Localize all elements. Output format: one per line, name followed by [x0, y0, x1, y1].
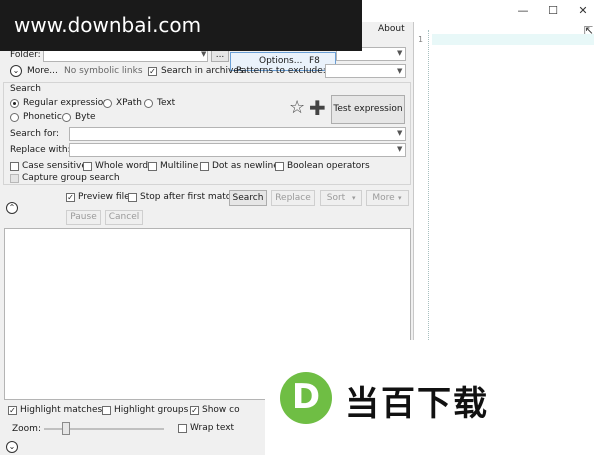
- editor-line-number: 1: [418, 35, 423, 44]
- replace-with-input[interactable]: [69, 143, 406, 157]
- highlight-groups-checkbox[interactable]: [102, 406, 111, 415]
- expand-more-button[interactable]: ⌄: [10, 65, 22, 77]
- preview-file-label: Preview file: [78, 192, 130, 202]
- multiline-label: Multiline: [160, 161, 199, 171]
- chevron-down-icon: ▼: [397, 49, 403, 57]
- replace-button[interactable]: Replace: [271, 190, 315, 206]
- zoom-slider-thumb[interactable]: [62, 422, 70, 435]
- more-button[interactable]: More: [366, 190, 409, 206]
- xpath-radio[interactable]: [103, 99, 112, 108]
- chevron-down-icon: ▼: [397, 129, 403, 137]
- capture-group-checkbox[interactable]: [10, 174, 19, 183]
- watermark-banner: www.downbai.com: [0, 0, 362, 51]
- search-in-archives-checkbox[interactable]: [148, 67, 157, 76]
- editor-current-line[interactable]: [432, 34, 594, 45]
- wrap-text-checkbox[interactable]: [178, 424, 187, 433]
- star-icon[interactable]: ☆: [289, 98, 305, 118]
- xpath-label: XPath: [116, 98, 142, 108]
- minimize-button[interactable]: —: [512, 2, 534, 20]
- menu-about[interactable]: About: [378, 24, 405, 34]
- chevron-down-icon: ▼: [201, 50, 207, 58]
- test-expression-button[interactable]: Test expression: [331, 95, 405, 124]
- search-for-input[interactable]: [69, 127, 406, 141]
- search-button[interactable]: Search: [229, 190, 267, 206]
- chevron-down-icon: ▾: [352, 194, 356, 202]
- patterns-exclude-label: Patterns to exclude:: [236, 66, 326, 76]
- case-sensitive-checkbox[interactable]: [10, 162, 19, 171]
- regex-label: Regular expression: [23, 98, 109, 108]
- search-section-title: Search: [10, 84, 41, 94]
- more-label[interactable]: More...: [27, 66, 58, 76]
- byte-label: Byte: [75, 112, 96, 122]
- capture-group-label: Capture group search: [22, 173, 120, 183]
- search-in-archives-label: Search in archives: [161, 66, 244, 76]
- text-radio[interactable]: [144, 99, 153, 108]
- maximize-button[interactable]: ☐: [542, 2, 564, 20]
- dot-newline-label: Dot as newline: [212, 161, 279, 171]
- highlight-groups-label: Highlight groups: [114, 405, 189, 415]
- text-label: Text: [157, 98, 176, 108]
- search-for-label: Search for:: [10, 129, 60, 139]
- title-bar: [360, 0, 600, 22]
- replace-with-label: Replace with:: [10, 145, 71, 155]
- no-symbolic-links-label: No symbolic links: [64, 66, 143, 76]
- boolean-ops-checkbox[interactable]: [275, 162, 284, 171]
- patterns-exclude-input[interactable]: [325, 64, 406, 78]
- case-sensitive-label: Case sensitive: [22, 161, 87, 171]
- multiline-checkbox[interactable]: [148, 162, 157, 171]
- chevron-down-icon: ▼: [397, 67, 403, 75]
- pause-button[interactable]: Pause: [66, 210, 101, 225]
- preview-file-checkbox[interactable]: [66, 193, 75, 202]
- show-context-checkbox[interactable]: [190, 406, 199, 415]
- options-shortcut: F8: [309, 56, 320, 66]
- boolean-ops-label: Boolean operators: [287, 161, 370, 171]
- regex-radio[interactable]: [10, 99, 19, 108]
- whole-word-checkbox[interactable]: [83, 162, 92, 171]
- folder-label: Folder:: [10, 50, 41, 60]
- options-menu-item[interactable]: Options...: [259, 56, 302, 66]
- zoom-label: Zoom:: [12, 424, 41, 434]
- chevron-down-icon: ▼: [397, 145, 403, 153]
- cancel-button[interactable]: Cancel: [105, 210, 143, 225]
- highlight-matches-checkbox[interactable]: [8, 406, 17, 415]
- stop-first-match-label: Stop after first match: [140, 192, 237, 202]
- plus-icon[interactable]: ✚: [309, 98, 326, 118]
- byte-radio[interactable]: [62, 113, 71, 122]
- phonetic-label: Phonetic: [23, 112, 62, 122]
- chevron-down-icon: ▾: [398, 194, 402, 202]
- highlight-matches-label: Highlight matches: [20, 405, 103, 415]
- collapse-button[interactable]: ⌃: [6, 202, 18, 214]
- wrap-text-label: Wrap text: [190, 423, 235, 433]
- logo-text: 当百下载: [345, 384, 489, 424]
- dot-newline-checkbox[interactable]: [200, 162, 209, 171]
- whole-word-label: Whole word: [95, 161, 149, 171]
- close-button[interactable]: ✕: [572, 2, 594, 20]
- show-context-label: Show co: [202, 405, 240, 415]
- phonetic-radio[interactable]: [10, 113, 19, 122]
- expand-bottom-button[interactable]: ⌄: [6, 441, 18, 453]
- stop-first-match-checkbox[interactable]: [128, 193, 137, 202]
- logo-mark: D: [280, 372, 332, 424]
